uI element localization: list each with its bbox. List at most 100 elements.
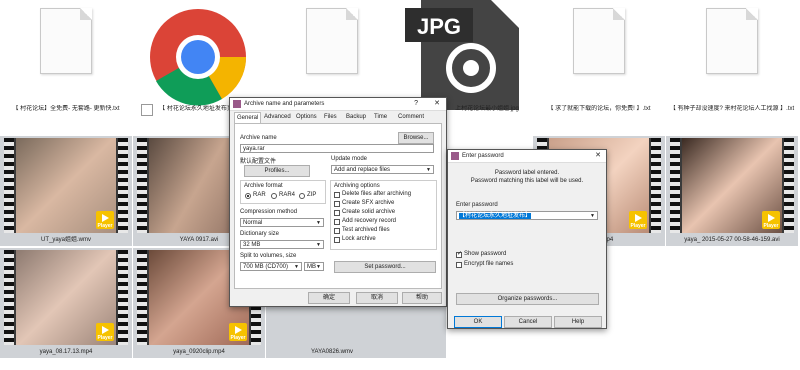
player-icon: Player [762,211,780,229]
format-zip-radio[interactable] [299,193,305,199]
tab-options[interactable]: Options [294,112,319,122]
update-mode-label: Update mode [331,156,368,162]
archive-titlebar: Archive name and parameters ? ✕ [230,98,446,111]
format-rar-radio[interactable] [245,193,251,199]
split-unit-select[interactable]: MB ▼ [304,262,324,271]
organize-passwords-button[interactable]: Organize passwords... [456,293,599,305]
winrar-icon [451,152,459,160]
split-select[interactable]: 700 MB (CD700) ▼ [240,262,302,271]
profiles-button[interactable]: Profiles... [244,165,310,177]
file-label: 上村花论坛最小姐姐.jpg [455,106,519,112]
tab-general[interactable]: General [234,112,262,123]
encrypt-names-label: Encrypt file names [464,261,514,267]
chevron-down-icon: ▼ [590,213,595,219]
test-checkbox[interactable] [334,228,340,234]
test-label: Test archived files [342,227,390,233]
recovery-checkbox[interactable] [334,219,340,225]
file-label: UT_yaya姐姐.wmv [40,237,91,243]
password-titlebar: Enter password ✕ [448,150,606,163]
cancel-button[interactable]: Cancel [504,316,552,328]
tab-files[interactable]: Files [322,112,339,122]
encrypt-names-checkbox[interactable] [456,262,462,268]
show-password-checkbox[interactable] [456,250,462,258]
compression-label: Compression method [240,209,298,215]
format-rar4-radio[interactable] [271,193,277,199]
close-icon[interactable]: ✕ [595,150,601,162]
help-icon[interactable]: ? [414,98,418,110]
show-password-label: Show password [464,251,507,257]
format-rar4-label: RAR4 [279,192,296,198]
dictionary-select[interactable]: 32 MB ▼ [240,240,324,249]
file-tile[interactable]: Player yaya_ 2015-05-27 00-58-46-159.avi [666,136,798,246]
file-label: 【 有种子却没速度? 来村花论坛人工找源 】.txt [669,106,795,112]
chrome-icon [150,9,247,106]
tab-time[interactable]: Time [372,112,389,122]
default-profile-label: 默认配置文件 [240,159,277,165]
close-icon[interactable]: ✕ [434,98,440,110]
format-zip-label: ZIP [307,192,317,198]
file-tile[interactable]: Player yaya_08.17.13.mp4 [0,248,132,358]
ok-button[interactable]: 确定 [308,292,350,304]
chevron-down-icon: ▼ [316,264,321,270]
archive-name-field[interactable]: yaya.rar [240,144,434,153]
help-button[interactable]: 帮助 [402,292,442,304]
text-file-icon [40,8,92,74]
file-tile[interactable]: 【 有种子却没速度? 来村花论坛人工找源 】.txt [666,0,798,115]
file-label: yaya_0920clip.mp4 [173,349,225,355]
player-icon: Player [629,211,647,229]
set-password-button[interactable]: Set password... [334,261,436,273]
chevron-down-icon: ▼ [316,242,321,248]
video-thumbnail: Player [4,250,128,345]
file-label: 【 求了就能下载的论坛，你免费! 】.txt [547,106,651,112]
password-info-2: Password matching this label will be use… [470,178,584,184]
sfx-label: Create SFX archive [342,200,395,206]
file-tile[interactable]: 【 求了就能下载的论坛，你免费! 】.txt [533,0,665,115]
compression-select[interactable]: Normal ▼ [240,218,324,227]
sfx-checkbox[interactable] [334,201,340,207]
update-mode-select[interactable]: Add and replace files ▼ [331,165,434,174]
lock-label: Lock archive [342,236,376,242]
browse-button[interactable]: Browse... [398,132,434,144]
delete-files-checkbox[interactable] [334,192,340,198]
tab-comment[interactable]: Comment [396,112,426,122]
tab-backup[interactable]: Backup [344,112,368,122]
archive-dialog: Archive name and parameters ? ✕ General … [229,97,447,307]
file-label: 【 村花论坛】全免费- 无套路- 更新快.txt [12,106,120,112]
dictionary-label: Dictionary size [240,231,280,237]
chevron-down-icon: ▼ [316,220,321,226]
file-label: YAYA0826.wmv [310,349,354,355]
text-file-icon [306,8,358,74]
lock-checkbox[interactable] [334,237,340,243]
text-file-icon [573,8,625,74]
password-dialog: Enter password ✕ Password label entered.… [447,149,607,329]
chevron-down-icon: ▼ [294,264,299,270]
winrar-icon [233,100,241,108]
file-label: yaya_08.17.13.mp4 [39,349,93,355]
file-label: yaya_ 2015-05-27 00-58-46-159.avi [684,237,780,243]
password-field[interactable]: 【村花论坛永久地址发布】 ▼ [456,211,598,220]
cancel-button[interactable]: 取消 [356,292,398,304]
jpg-badge: JPG [417,14,462,39]
file-tile[interactable]: Player UT_yaya姐姐.wmv [0,136,132,246]
player-icon: Player [96,323,114,341]
player-icon: Player [229,323,247,341]
video-thumbnail: Player [670,138,794,233]
player-icon: Player [96,211,114,229]
format-rar-label: RAR [253,192,266,198]
ok-button[interactable]: OK [454,316,502,328]
tab-advanced[interactable]: Advanced [262,112,293,122]
enter-password-label: Enter password [456,202,498,208]
solid-label: Create solid archive [342,209,396,215]
recovery-label: Add recovery record [342,218,397,224]
help-button[interactable]: Help [554,316,602,328]
split-label: Split to volumes, size [240,253,297,259]
solid-checkbox[interactable] [334,210,340,216]
archive-format-label: Archive format [244,183,283,189]
file-tile[interactable]: 【 村花论坛】全免费- 无套路- 更新快.txt [0,0,132,115]
file-tile[interactable]: YAYA0826.wmv [266,305,446,358]
archive-title: Archive name and parameters [244,101,325,107]
archiving-options-label: Archiving options [334,183,380,189]
password-info-1: Password label entered. [494,170,560,176]
text-file-icon [706,8,758,74]
video-thumbnail: Player [4,138,128,233]
